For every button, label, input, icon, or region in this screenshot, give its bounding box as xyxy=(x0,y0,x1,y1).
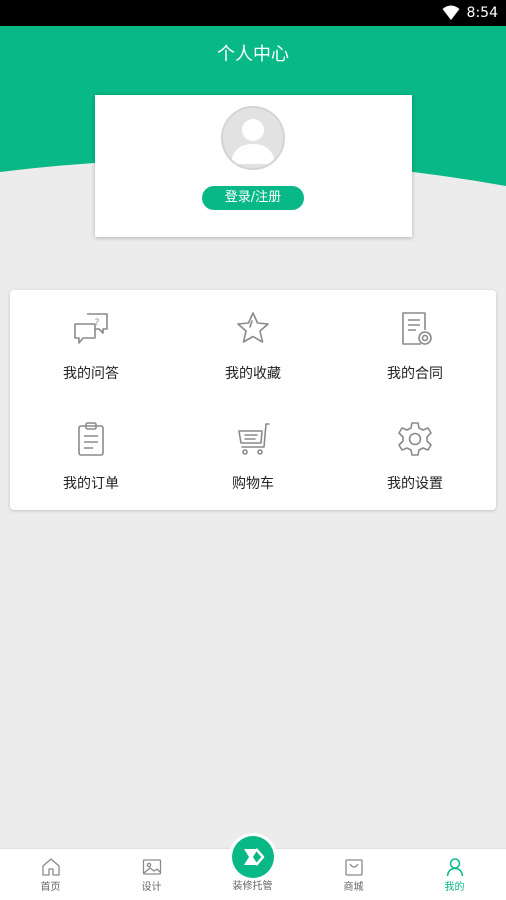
status-bar: 8:54 xyxy=(0,0,506,26)
menu-item-favorites[interactable]: 我的收藏 xyxy=(172,290,334,400)
menu-card: ? 我的问答 我的收藏 我的合同 我的订单 购物车 我的设置 xyxy=(10,290,496,510)
menu-item-qa[interactable]: ? 我的问答 xyxy=(10,290,172,400)
nav-item-label: 设计 xyxy=(141,882,162,893)
brand-logo-icon xyxy=(244,848,265,866)
nav-item-mine[interactable]: 我的 xyxy=(404,849,505,900)
profile-card: 登录/注册 xyxy=(95,95,412,237)
menu-item-cart[interactable]: 购物车 xyxy=(172,400,334,510)
cart-icon xyxy=(238,423,270,455)
wifi-icon xyxy=(442,5,460,20)
svg-text:?: ? xyxy=(95,318,100,328)
home-icon xyxy=(42,858,60,876)
nav-item-label: 商城 xyxy=(343,882,364,893)
login-register-button[interactable]: 登录/注册 xyxy=(202,186,304,210)
user-icon xyxy=(446,858,464,877)
clipboard-icon xyxy=(78,422,104,456)
avatar[interactable] xyxy=(221,106,285,170)
nav-item-renovation-escrow[interactable] xyxy=(232,836,274,878)
nav-item-label: 我的 xyxy=(444,882,465,893)
shopping-bag-icon xyxy=(345,859,363,876)
gear-icon xyxy=(398,422,432,456)
status-time: 8:54 xyxy=(466,5,498,21)
menu-item-label: 我的问答 xyxy=(63,366,119,382)
nav-item-home[interactable]: 首页 xyxy=(0,849,101,900)
nav-item-design[interactable]: 设计 xyxy=(101,849,202,900)
menu-item-settings[interactable]: 我的设置 xyxy=(334,400,496,510)
menu-item-label: 我的设置 xyxy=(387,476,443,492)
nav-item-label: 装修托管 xyxy=(232,881,273,892)
menu-item-contract[interactable]: 我的合同 xyxy=(334,290,496,400)
nav-item-label: 首页 xyxy=(40,882,61,893)
default-avatar-icon xyxy=(231,119,275,164)
menu-item-label: 购物车 xyxy=(232,476,274,492)
qa-bubble-icon: ? xyxy=(74,313,108,344)
menu-item-label: 我的合同 xyxy=(387,366,443,382)
contract-icon xyxy=(402,312,432,345)
menu-item-label: 我的订单 xyxy=(63,476,119,492)
menu-item-orders[interactable]: 我的订单 xyxy=(10,400,172,510)
star-icon xyxy=(237,312,269,343)
nav-item-mall[interactable]: 商城 xyxy=(303,849,404,900)
image-icon xyxy=(142,859,162,875)
menu-item-label: 我的收藏 xyxy=(225,366,281,382)
page-title: 个人中心 xyxy=(217,44,289,65)
